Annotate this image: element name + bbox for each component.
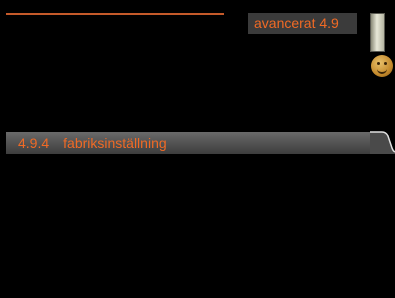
face-eye-left	[377, 62, 380, 65]
smiley-face-icon	[371, 55, 393, 77]
screen-left-border	[0, 0, 6, 298]
menu-item-number: 4.9.4	[18, 135, 50, 151]
menu-item-label: fabriksinställning	[63, 135, 167, 151]
face-eye-right	[384, 62, 387, 65]
header-divider-line	[6, 13, 224, 15]
menu-item-fabriksinstallning[interactable]: 4.9.4 fabriksinställning	[18, 132, 167, 154]
menu-title: avancerat 4.9	[248, 13, 357, 34]
menu-bar-end-cap	[370, 131, 395, 154]
face-mouth	[377, 67, 387, 74]
display-screen: avancerat 4.9 4.9.4 fabriksinställning	[0, 0, 395, 298]
thermometer-icon	[370, 13, 385, 52]
